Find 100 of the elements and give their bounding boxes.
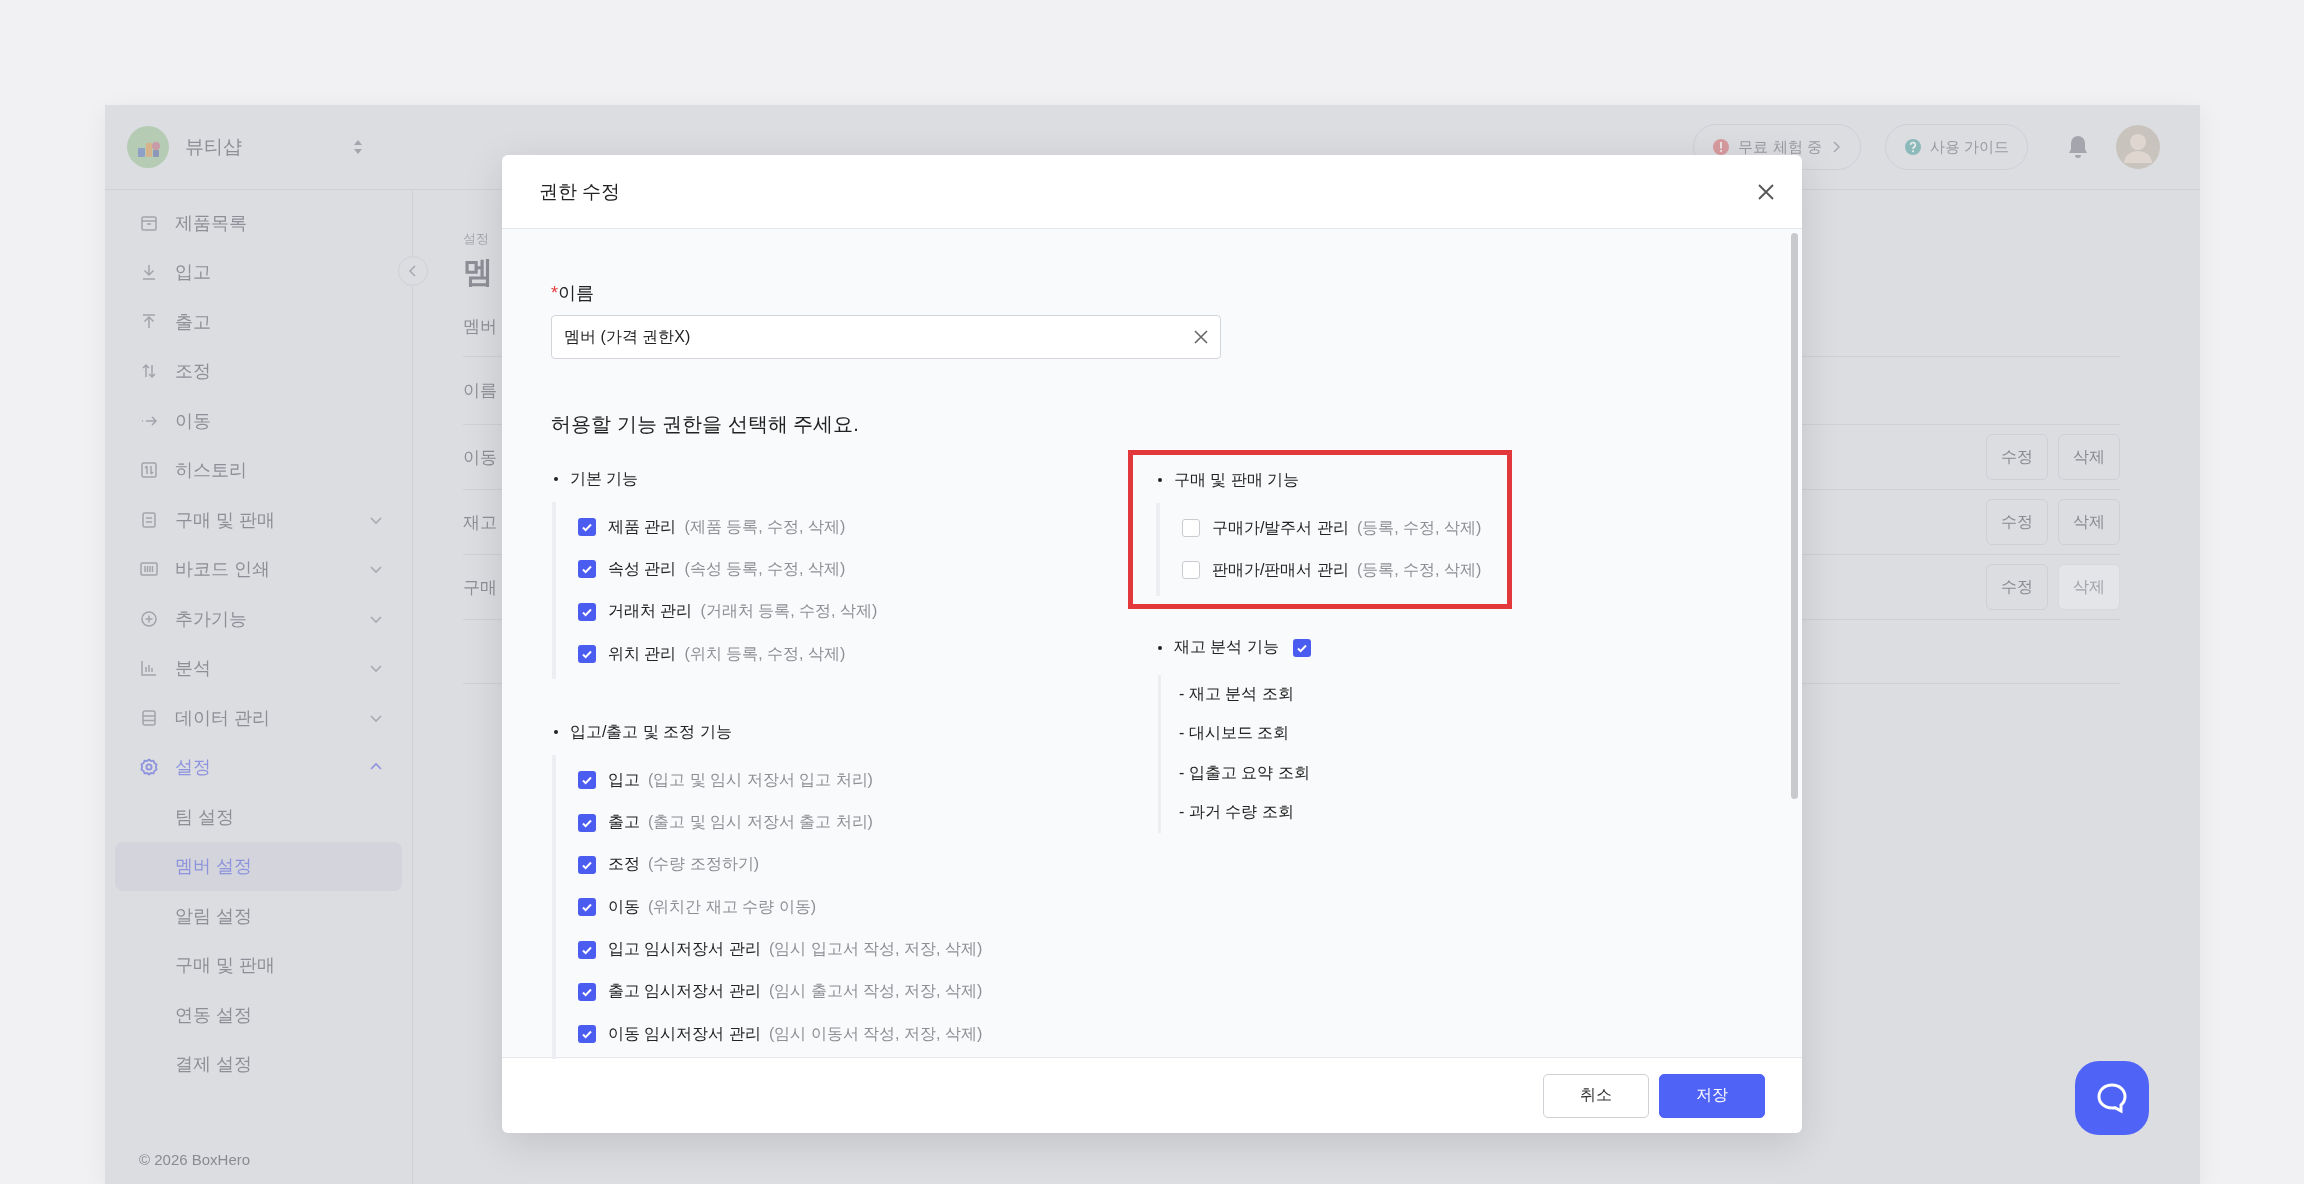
- permission-label: 위치 관리: [608, 643, 677, 664]
- team-name[interactable]: 뷰티샵: [185, 134, 242, 160]
- permission-label: 조정: [608, 854, 640, 875]
- bullet-icon: [1158, 645, 1162, 650]
- bar-chart-icon: [139, 658, 159, 679]
- checkbox[interactable]: [1292, 638, 1311, 657]
- permission-label: 입고: [608, 769, 640, 790]
- name-input-field[interactable]: 멤버 (가격 권한X): [551, 315, 1221, 359]
- edit-button[interactable]: 수정: [1986, 564, 2048, 610]
- column-header: 이름: [463, 380, 497, 402]
- delete-button[interactable]: 삭제: [2058, 499, 2120, 545]
- cancel-button[interactable]: 취소: [1543, 1073, 1649, 1118]
- permission-label: 입고 임시저장서 관리: [608, 939, 761, 959]
- database-icon: [139, 707, 159, 728]
- checkbox[interactable]: [578, 898, 596, 917]
- clear-button[interactable]: [1193, 329, 1209, 345]
- permission-label: 이동 임시저장서 관리: [608, 1023, 761, 1044]
- chat-button[interactable]: [2075, 1061, 2149, 1135]
- checkbox[interactable]: [578, 560, 596, 579]
- sidebar-item[interactable]: 이동: [115, 396, 402, 446]
- settings-icon: [139, 757, 159, 778]
- permission-label: 출고: [608, 812, 640, 833]
- tab[interactable]: 멤버: [463, 315, 497, 338]
- permission-label: 판매가/판매서 관리: [1212, 559, 1349, 580]
- sidebar-item[interactable]: 출고: [115, 297, 402, 347]
- save-button[interactable]: 저장: [1659, 1073, 1765, 1118]
- permission-hint: (등록, 수정, 삭제): [1356, 559, 1482, 580]
- checkbox[interactable]: [578, 982, 596, 1001]
- checkbox[interactable]: [578, 602, 596, 621]
- help-icon: [1903, 138, 1922, 156]
- sidebar-item[interactable]: 구매 및 판매: [115, 495, 402, 545]
- permission-hint: (위치간 재고 수량 이동): [648, 896, 816, 917]
- delete-button[interactable]: 삭제: [2058, 434, 2120, 480]
- sidebar-item[interactable]: 입고: [115, 247, 402, 297]
- permission-label: 속성 관리: [608, 558, 677, 579]
- checkbox[interactable]: [578, 855, 596, 874]
- plus-circle-icon: [139, 608, 159, 629]
- permission-hint: (수량 조정하기): [648, 854, 760, 875]
- sidebar-item[interactable]: 데이터 관리: [115, 693, 402, 743]
- sidebar-subitem[interactable]: 팀 설정: [115, 792, 402, 842]
- permission-label: 이동: [608, 896, 640, 917]
- history-icon: [139, 460, 159, 481]
- table-cell-text: 이동: [463, 446, 497, 469]
- sidebar-item[interactable]: 분석: [115, 643, 402, 693]
- sidebar-item[interactable]: 제품목록: [115, 198, 402, 248]
- sidebar-subitem[interactable]: 연동 설정: [115, 990, 402, 1040]
- team-logo: [127, 126, 169, 168]
- permission-label: 제품 관리: [608, 516, 677, 537]
- sidebar-subitem[interactable]: 결제 설정: [115, 1039, 402, 1089]
- sidebar-item[interactable]: 바코드 인쇄: [115, 544, 402, 594]
- sidebar-item[interactable]: 히스토리: [115, 445, 402, 495]
- checkbox[interactable]: [1182, 519, 1200, 538]
- section-title: 기본 기능: [570, 468, 639, 489]
- checkbox[interactable]: [1182, 561, 1200, 580]
- permission-hint: (거래처 등록, 수정, 삭제): [700, 601, 878, 622]
- permission-hint: (입고 및 임시 저장서 입고 처리): [648, 769, 873, 790]
- section-title: 입고/출고 및 조정 기능: [570, 721, 732, 742]
- permission-hint: (속성 등록, 수정, 삭제): [684, 558, 846, 579]
- sidebar-item[interactable]: 조정: [115, 346, 402, 396]
- permission-detail: - 과거 수량 조회: [1179, 802, 1295, 823]
- permission-detail: - 대시보드 조회: [1179, 723, 1291, 744]
- checkbox[interactable]: [578, 813, 596, 832]
- permission-label: 거래처 관리: [608, 601, 693, 622]
- alert-icon: [1712, 138, 1731, 156]
- permission-hint: (임시 입고서 작성, 저장, 삭제): [768, 939, 983, 959]
- permission-detail: - 재고 분석 조회: [1179, 683, 1295, 704]
- sidebar-subitem[interactable]: 알림 설정: [115, 891, 402, 941]
- dialog-title: 권한 수정: [539, 179, 622, 204]
- checkbox[interactable]: [578, 645, 596, 664]
- checkbox[interactable]: [578, 518, 596, 537]
- field-label: *이름: [551, 282, 595, 305]
- scrollbar[interactable]: [1791, 233, 1798, 799]
- bullet-icon: [554, 730, 558, 735]
- sidebar-subitem[interactable]: 멤버 설정: [115, 841, 402, 891]
- sidebar-subitem[interactable]: 구매 및 판매: [115, 940, 402, 990]
- close-icon: [1193, 329, 1209, 345]
- instruction-text: 허용할 기능 권한을 선택해 주세요.: [551, 412, 860, 437]
- chat-bubble-icon: [2095, 1081, 2129, 1115]
- document-icon: [139, 509, 159, 530]
- checkbox[interactable]: [578, 1025, 596, 1044]
- table-cell-text: 재고: [463, 511, 497, 534]
- edit-button[interactable]: 수정: [1986, 499, 2048, 545]
- bullet-icon: [554, 477, 558, 481]
- permission-hint: (위치 등록, 수정, 삭제): [684, 643, 846, 664]
- checkbox[interactable]: [578, 940, 596, 959]
- section-title: 재고 분석 기능: [1174, 637, 1279, 658]
- sidebar-item[interactable]: 추가기능: [115, 594, 402, 644]
- close-button[interactable]: [1756, 181, 1776, 202]
- close-icon: [1756, 181, 1776, 202]
- permission-label: 출고 임시저장서 관리: [608, 981, 761, 1002]
- permission-hint: (등록, 수정, 삭제): [1356, 517, 1482, 538]
- permission-hint: (임시 출고서 작성, 저장, 삭제): [768, 981, 983, 1002]
- permission-hint: (출고 및 임시 저장서 출고 처리): [648, 812, 873, 833]
- sidebar-item[interactable]: 설정: [115, 742, 402, 792]
- checkbox[interactable]: [578, 771, 596, 790]
- permission-hint: (제품 등록, 수정, 삭제): [684, 516, 846, 537]
- page-title: 멤: [463, 254, 493, 290]
- section-title: 구매 및 판매 기능: [1174, 469, 1300, 490]
- bullet-icon: [1158, 478, 1162, 482]
- edit-button[interactable]: 수정: [1986, 434, 2048, 480]
